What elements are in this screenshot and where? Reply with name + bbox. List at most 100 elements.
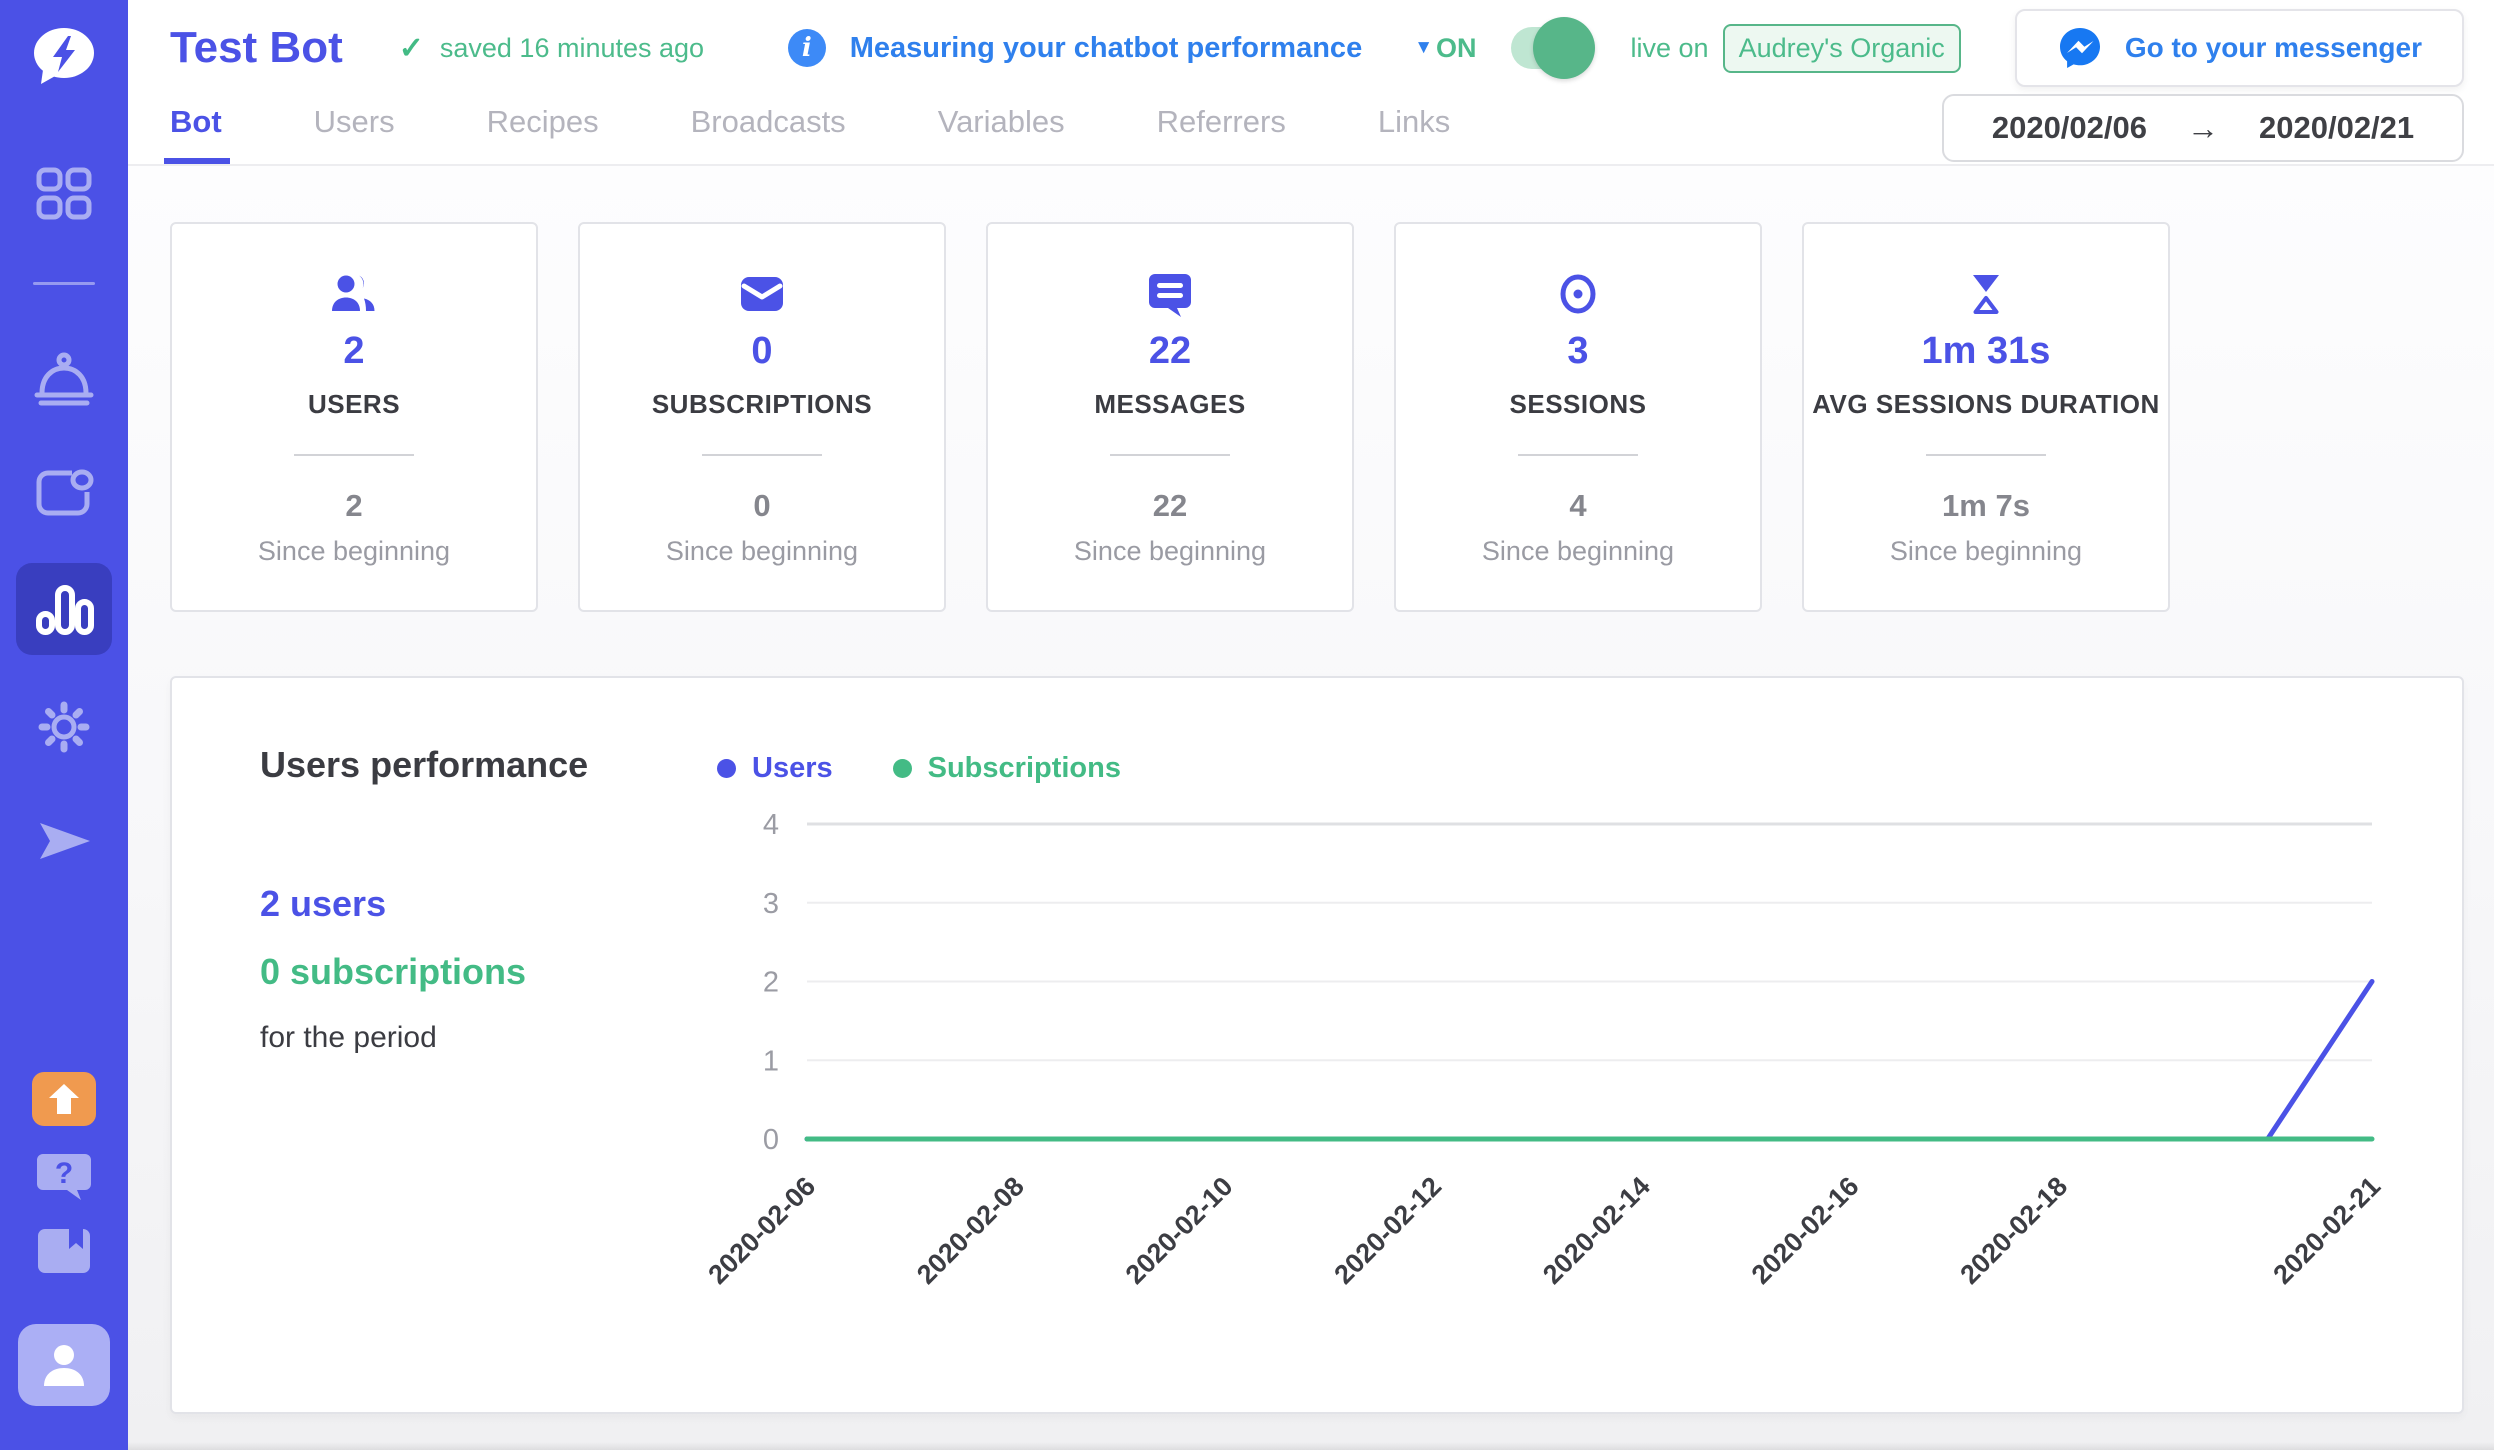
tab-variables[interactable]: Variables [938,96,1065,164]
info-icon[interactable]: i [788,29,826,67]
tab-broadcasts[interactable]: Broadcasts [691,96,846,164]
toggle-knob [1533,17,1595,79]
summary-period: for the period [260,1021,526,1055]
stat-secondary-value: 22 [1153,488,1187,524]
stat-card-sessions: 3 SESSIONS 4 Since beginning [1394,222,1762,612]
summary-users: 2 users [260,883,526,925]
card-divider [1518,454,1638,456]
svg-text:3: 3 [763,888,779,920]
stat-secondary-value: 4 [1569,488,1586,524]
messenger-icon [2057,25,2103,71]
stat-card-avg-duration: 1m 31s AVG SESSIONS DURATION 1m 7s Since… [1802,222,2170,612]
svg-text:?: ? [55,1157,73,1190]
stat-label: AVG SESSIONS DURATION [1804,389,2168,420]
svg-text:2020-02-08: 2020-02-08 [911,1171,1030,1290]
stat-card-users: 2 USERS 2 Since beginning [170,222,538,612]
users-icon [329,268,379,320]
help-bubble-icon[interactable]: ? [35,1150,93,1202]
stat-card-subscriptions: 0 SUBSCRIPTIONS 0 Since beginning [578,222,946,612]
messenger-button-label: Go to your messenger [2125,32,2422,64]
card-divider [1926,454,2046,456]
stat-value: 2 [343,330,364,373]
sidebar: ? [0,0,128,1450]
svg-text:2020-02-12: 2020-02-12 [1328,1171,1447,1290]
page-name-chip[interactable]: Audrey's Organic [1723,24,1961,73]
date-end: 2020/02/21 [2259,110,2414,146]
svg-text:2020-02-21: 2020-02-21 [2267,1171,2386,1290]
stat-value: 22 [1149,330,1191,373]
top-header: Test Bot ✓ saved 16 minutes ago i Measur… [128,0,2494,166]
tab-links[interactable]: Links [1378,96,1450,164]
cloche-recipes-icon[interactable] [33,351,95,409]
date-range-picker[interactable]: 2020/02/06 → 2020/02/21 [1942,94,2464,162]
live-toggle[interactable] [1511,27,1587,69]
status-dropdown[interactable]: ▼ ON [1414,33,1476,64]
svg-text:2020-02-14: 2020-02-14 [1537,1171,1656,1290]
upgrade-arrow-icon[interactable] [32,1072,96,1126]
tab-recipes[interactable]: Recipes [487,96,599,164]
messages-bubble-icon [1147,268,1193,320]
analytics-bars-icon[interactable] [16,563,112,655]
sessions-target-icon [1555,268,1601,320]
status-on-label: ON [1436,33,1477,64]
svg-text:2020-02-10: 2020-02-10 [1120,1171,1239,1290]
stat-value: 1m 31s [1922,330,2051,373]
card-divider [294,454,414,456]
stat-cards-row: 2 USERS 2 Since beginning 0 SUBSCRIPTION… [128,222,2494,612]
tab-bot[interactable]: Bot [170,96,222,164]
stat-label: MESSAGES [1086,389,1253,420]
dashboard-content: 2 USERS 2 Since beginning 0 SUBSCRIPTION… [128,166,2494,1450]
stat-label: USERS [300,389,408,420]
chevron-down-icon: ▼ [1414,37,1433,59]
stat-label: SUBSCRIPTIONS [644,389,880,420]
svg-text:2020-02-18: 2020-02-18 [1954,1171,2073,1290]
card-divider [1110,454,1230,456]
bot-logo-icon[interactable] [31,26,97,86]
stat-secondary-label: Since beginning [1074,536,1266,567]
svg-text:4: 4 [763,809,779,841]
date-start: 2020/02/06 [1992,110,2147,146]
arrow-right-icon: → [2187,110,2219,147]
stat-secondary-value: 0 [753,488,770,524]
send-icon[interactable] [34,815,94,867]
svg-text:2020-02-06: 2020-02-06 [702,1171,821,1290]
svg-text:0: 0 [763,1124,779,1156]
saved-status: ✓ saved 16 minutes ago [399,31,704,66]
summary-subscriptions: 0 subscriptions [260,951,526,993]
stat-secondary-value: 1m 7s [1942,488,2030,524]
stat-value: 0 [751,330,772,373]
users-performance-card: Users performance Users Subscriptions 2 … [170,676,2464,1414]
main-area: Test Bot ✓ saved 16 minutes ago i Measur… [128,0,2494,1450]
sidebar-divider [33,282,95,285]
go-to-messenger-button[interactable]: Go to your messenger [2015,9,2464,87]
stat-secondary-label: Since beginning [258,536,450,567]
stat-secondary-value: 2 [345,488,362,524]
stat-card-messages: 22 MESSAGES 22 Since beginning [986,222,1354,612]
chart-title: Users performance [260,744,588,786]
tab-referrers[interactable]: Referrers [1157,96,1286,164]
saved-status-text: saved 16 minutes ago [440,33,704,64]
svg-text:1: 1 [763,1045,779,1077]
chart-summary: 2 users 0 subscriptions for the period [260,883,526,1055]
board-icon[interactable] [34,467,94,519]
stat-secondary-label: Since beginning [1890,536,2082,567]
svg-text:2020-02-16: 2020-02-16 [1746,1171,1865,1290]
users-performance-line-chart: 012342020-02-062020-02-082020-02-102020-… [732,770,2422,1390]
bot-name-title: Test Bot [170,23,343,73]
svg-text:2: 2 [763,967,779,999]
live-on-label: live on [1631,33,1709,64]
stat-secondary-label: Since beginning [1482,536,1674,567]
grid-dashboard-icon[interactable] [35,166,93,222]
stat-value: 3 [1567,330,1588,373]
subscriptions-envelope-icon [738,268,786,320]
stat-label: SESSIONS [1502,389,1655,420]
stat-secondary-label: Since beginning [666,536,858,567]
tab-users[interactable]: Users [314,96,395,164]
card-divider [702,454,822,456]
docs-book-icon[interactable] [35,1226,93,1276]
gear-icon[interactable] [34,697,94,757]
check-icon: ✓ [399,31,424,66]
hourglass-icon [1963,268,2009,320]
account-person-icon[interactable] [18,1324,110,1406]
performance-link[interactable]: Measuring your chatbot performance [850,32,1362,65]
